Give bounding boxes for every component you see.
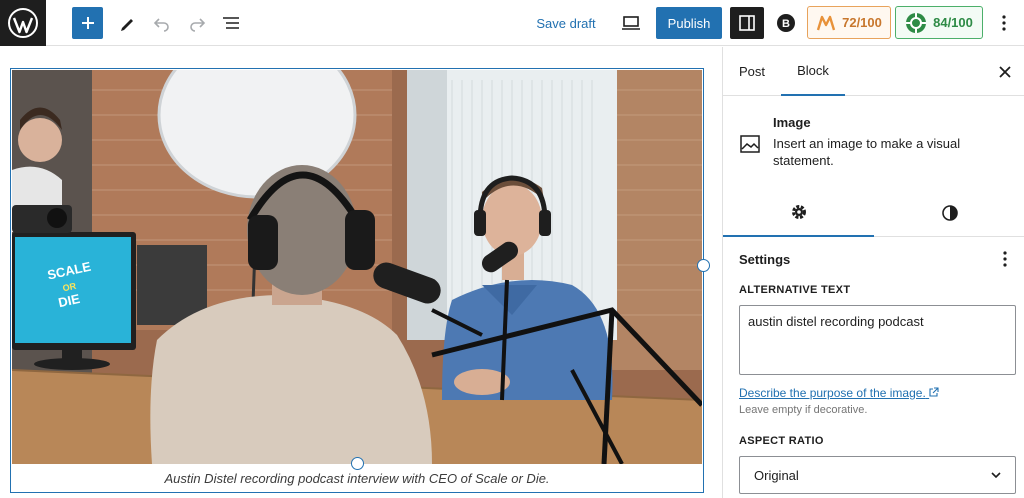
more-vertical-icon <box>1002 15 1006 31</box>
image-block[interactable]: SCALE OR DIE Austin Distel recording pod… <box>10 68 710 493</box>
tools-button[interactable] <box>112 7 142 39</box>
podcast-photo[interactable]: SCALE OR DIE <box>12 70 702 464</box>
settings-sidebar-toggle[interactable] <box>730 7 764 39</box>
sidebar-tabs: Post Block <box>723 47 1024 96</box>
image-caption[interactable]: Austin Distel recording podcast intervie… <box>11 471 703 486</box>
svg-text:B: B <box>782 18 790 30</box>
block-title: Image <box>773 115 811 130</box>
seo-score: 84/100 <box>933 15 973 30</box>
external-link-icon <box>929 387 939 397</box>
alt-text-label: ALTERNATIVE TEXT <box>739 284 851 296</box>
wordpress-logo[interactable] <box>0 0 46 46</box>
close-icon <box>999 65 1011 78</box>
editor-toolbar: Save draft Publish B 72/100 84/100 <box>0 0 1024 46</box>
save-draft-button[interactable]: Save draft <box>528 7 604 39</box>
describe-purpose-link[interactable]: Describe the purpose of the image. <box>739 386 939 400</box>
tab-post[interactable]: Post <box>739 47 765 96</box>
aspect-ratio-label: ASPECT RATIO <box>739 435 824 447</box>
seo-score-button[interactable]: 84/100 <box>895 6 983 39</box>
desktop-preview-icon <box>622 16 640 30</box>
aspect-ratio-select[interactable]: Original <box>739 456 1016 494</box>
describe-purpose-text: Describe the purpose of the image. <box>739 386 926 400</box>
settings-options-button[interactable] <box>993 247 1017 271</box>
resize-handle-right[interactable] <box>697 259 710 272</box>
add-block-button[interactable] <box>72 7 103 39</box>
seo-badge-icon <box>906 12 927 33</box>
aspect-ratio-value: Original <box>754 467 799 483</box>
editor-canvas: SCALE OR DIE Austin Distel recording pod… <box>0 47 722 498</box>
photo-illustration: SCALE OR DIE <box>12 70 702 464</box>
options-menu-button[interactable] <box>992 7 1016 39</box>
alt-text-input[interactable]: austin distel recording podcast <box>739 305 1016 375</box>
plus-icon <box>81 17 94 29</box>
preview-button[interactable] <box>616 7 646 39</box>
tab-settings[interactable] <box>723 189 874 237</box>
image-icon <box>739 133 761 155</box>
readability-score-button[interactable]: 72/100 <box>807 6 891 39</box>
settings-sidebar: Post Block Image Insert an image to make… <box>722 47 1024 498</box>
contrast-icon <box>941 205 958 221</box>
redo-icon <box>190 18 206 32</box>
plugin-b-icon: B <box>777 14 795 32</box>
tab-block[interactable]: Block <box>781 47 845 96</box>
undo-button[interactable] <box>147 7 177 39</box>
plugin-b-button[interactable]: B <box>772 7 800 39</box>
publish-button[interactable]: Publish <box>656 7 722 39</box>
wordpress-icon <box>8 8 38 38</box>
close-sidebar-button[interactable] <box>995 47 1015 96</box>
chevron-down-icon <box>991 472 1001 478</box>
settings-heading: Settings <box>739 252 791 267</box>
list-view-icon <box>223 17 239 29</box>
sidebar-icon <box>739 15 755 31</box>
undo-icon <box>153 18 169 32</box>
gear-icon <box>791 205 806 219</box>
redo-button[interactable] <box>182 7 212 39</box>
score-m-icon <box>816 15 836 30</box>
more-vertical-icon <box>1003 251 1007 267</box>
readability-score: 72/100 <box>842 15 882 30</box>
tab-styles[interactable] <box>874 189 1024 237</box>
resize-handle-bottom[interactable] <box>351 457 364 470</box>
alt-text-help: Leave empty if decorative. <box>739 404 868 416</box>
block-description: Insert an image to make a visual stateme… <box>773 136 961 168</box>
document-overview-button[interactable] <box>216 7 246 39</box>
block-inspector-tabs <box>723 189 1024 237</box>
pencil-icon <box>121 19 133 31</box>
